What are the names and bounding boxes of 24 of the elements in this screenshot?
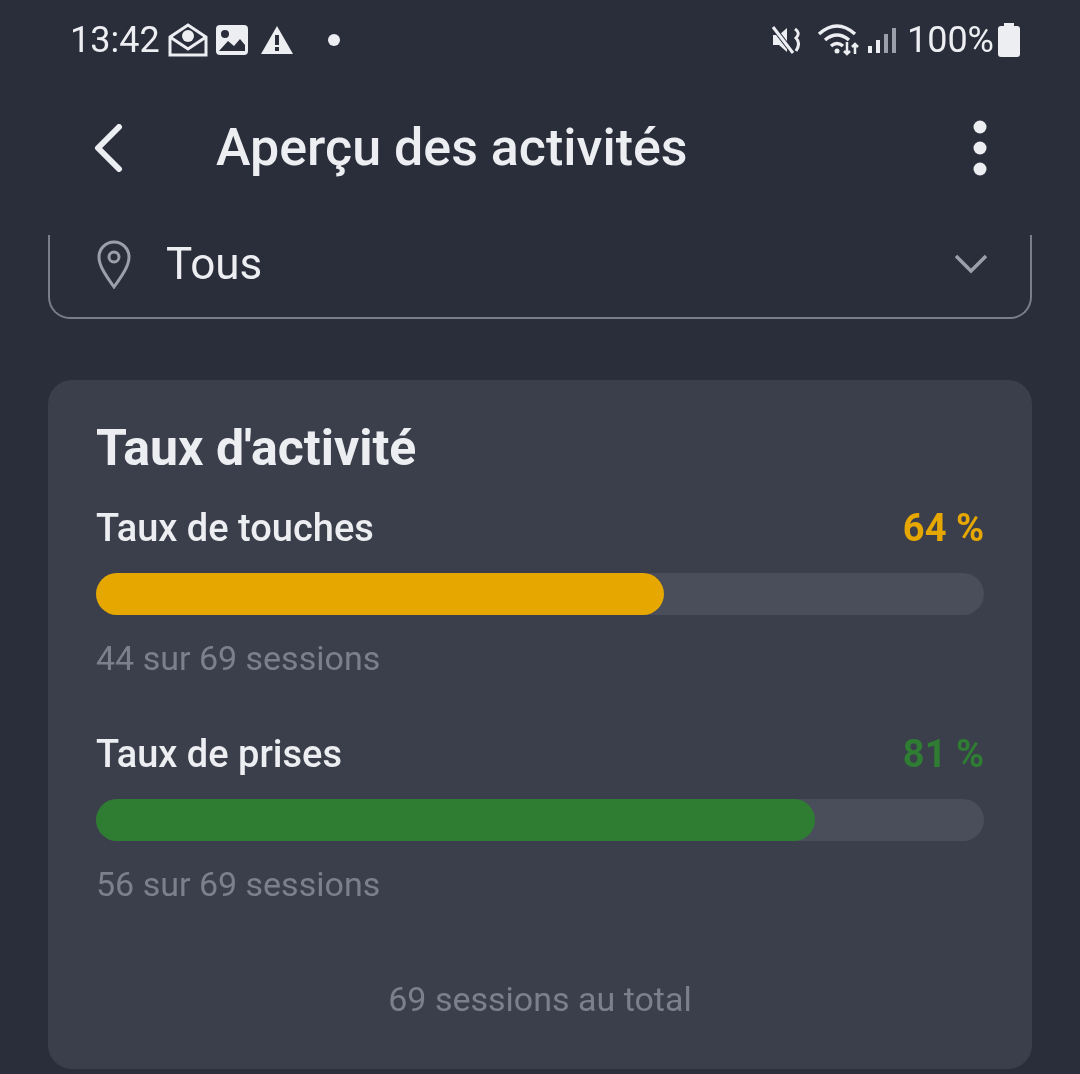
card-title: Taux d'activité xyxy=(96,418,418,478)
mail-icon xyxy=(167,23,208,57)
metric-label: Taux de prises xyxy=(96,731,342,778)
screen-title: Aperçu des activités xyxy=(216,116,688,180)
total-sessions-text: 69 sessions au total xyxy=(388,978,692,1021)
warning-icon xyxy=(259,25,294,55)
wifi-icon xyxy=(816,24,861,56)
image-icon xyxy=(215,25,248,55)
status-time: 13:42 xyxy=(70,18,160,63)
metric-label: Taux de touches xyxy=(96,505,374,552)
more-icon xyxy=(973,120,987,176)
chevron-down-icon xyxy=(954,254,988,274)
sessions-count: 56 sur 69 sessions xyxy=(96,863,382,906)
battery-icon xyxy=(998,23,1020,57)
dot-icon xyxy=(327,34,340,46)
location-pin-icon xyxy=(96,239,132,289)
location-dropdown[interactable]: Tous xyxy=(48,235,1032,319)
metric-percentage: 64 % xyxy=(902,505,984,552)
battery-percentage: 100% xyxy=(906,18,994,63)
sessions-count: 44 sur 69 sessions xyxy=(96,637,382,680)
back-icon xyxy=(93,124,123,172)
mute-icon xyxy=(770,25,803,55)
signal-icon xyxy=(866,26,897,54)
metric-percentage: 81 % xyxy=(902,731,984,778)
